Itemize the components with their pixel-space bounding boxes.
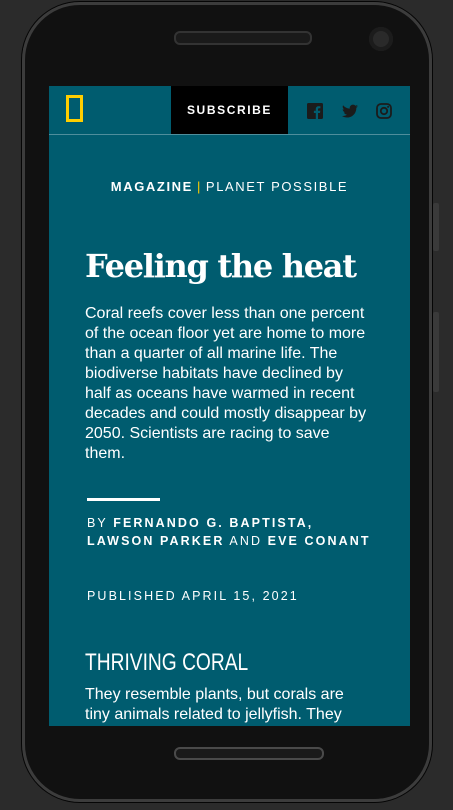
section-heading: THRIVING CORAL [85, 649, 249, 676]
byline-divider [87, 498, 160, 501]
subscribe-button[interactable]: SUBSCRIBE [171, 86, 288, 134]
article-dek: Coral reefs cover less than one percent … [85, 305, 367, 462]
article-kicker: MAGAZINE | PLANET POSSIBLE [49, 179, 410, 194]
author-link[interactable]: FERNANDO G. BAPTISTA, [113, 516, 313, 530]
kicker-series-link[interactable]: PLANET POSSIBLE [206, 179, 348, 194]
national-geographic-logo[interactable] [66, 95, 83, 122]
volume-button [433, 203, 439, 251]
earpiece-speaker [174, 31, 312, 45]
front-camera [369, 27, 393, 51]
facebook-icon[interactable] [307, 103, 323, 119]
byline-conjunction: AND [229, 534, 263, 548]
publish-date: PUBLISHED APRIL 15, 2021 [87, 589, 299, 603]
instagram-icon[interactable] [376, 103, 392, 119]
screen: SUBSCRIBE MAGAZINE | PLANET POSSIBLE Feeli… [49, 86, 410, 726]
kicker-section-link[interactable]: MAGAZINE [111, 179, 193, 194]
byline-prefix: BY [87, 516, 108, 530]
site-header: SUBSCRIBE [49, 86, 410, 135]
twitter-icon[interactable] [342, 103, 358, 119]
article-title: Feeling the heat [85, 247, 357, 285]
article-byline: BY FERNANDO G. BAPTISTA, LAWSON PARKER A… [87, 514, 377, 550]
power-button [433, 312, 439, 392]
kicker-separator: | [196, 179, 202, 194]
author-link[interactable]: LAWSON PARKER [87, 534, 225, 548]
author-link[interactable]: EVE CONANT [268, 534, 371, 548]
article-body: They resemble plants, but corals are tin… [85, 686, 344, 723]
bottom-speaker [174, 747, 324, 760]
